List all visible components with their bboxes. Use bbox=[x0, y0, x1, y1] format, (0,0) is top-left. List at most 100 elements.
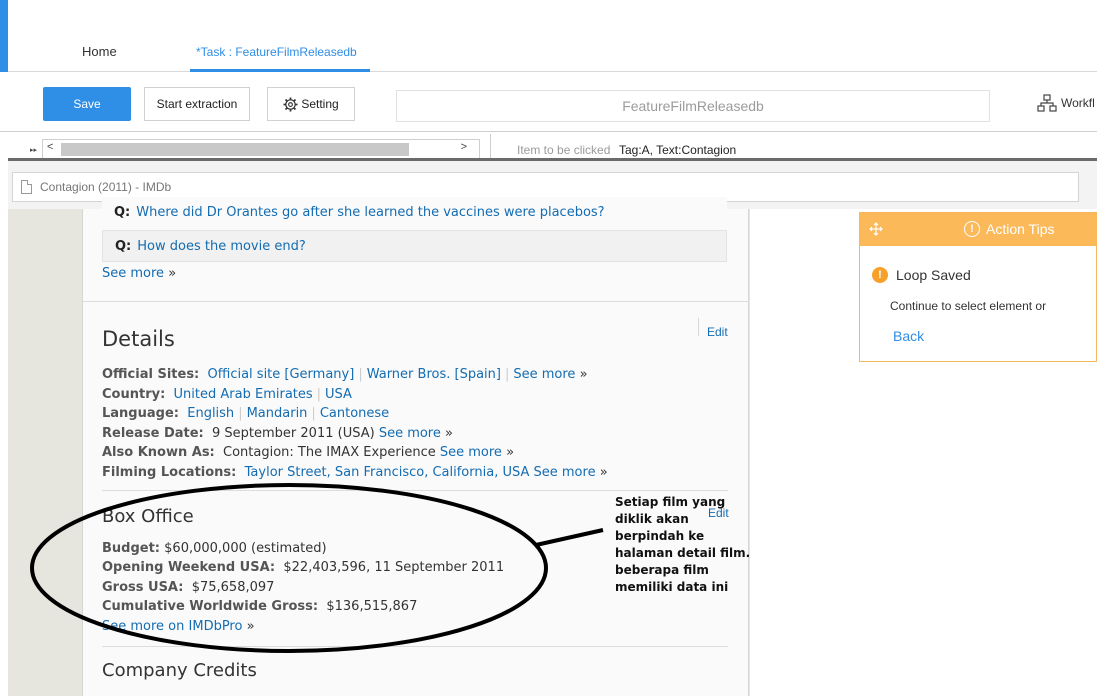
language-link[interactable]: Mandarin bbox=[247, 406, 308, 421]
setting-label: Setting bbox=[301, 97, 339, 111]
aka-row: Also Known As: Contagion: The IMAX Exper… bbox=[102, 445, 514, 460]
setting-button[interactable]: Setting bbox=[267, 87, 355, 121]
annotation-note: Setiap film yang diklik akan berpindah k… bbox=[615, 495, 751, 594]
back-link[interactable]: Back bbox=[893, 328, 924, 344]
details-edit-link[interactable]: Edit bbox=[707, 325, 728, 339]
start-extraction-button[interactable]: Start extraction bbox=[144, 87, 250, 121]
budget-row: Budget: $60,000,000 (estimated) bbox=[102, 541, 327, 556]
horizontal-scrollbar[interactable]: < > bbox=[42, 139, 480, 159]
raquo: » bbox=[506, 445, 515, 460]
move-icon[interactable] bbox=[868, 221, 884, 237]
faq-item: Q: How does the movie end? bbox=[102, 230, 727, 262]
raquo: » bbox=[445, 426, 453, 441]
raquo: » bbox=[579, 367, 588, 382]
left-accent-bar bbox=[0, 0, 8, 72]
scrollbar-thumb[interactable] bbox=[61, 143, 409, 156]
release-date-row: Release Date: 9 September 2011 (USA) See… bbox=[102, 426, 453, 441]
language-label: Language: bbox=[102, 406, 179, 421]
workflow-button[interactable]: Workfl bbox=[1037, 94, 1095, 112]
faq-q-prefix: Q: bbox=[114, 205, 131, 220]
official-site-link[interactable]: Warner Bros. [Spain] bbox=[367, 367, 501, 382]
faq-see-more: See more » bbox=[102, 266, 176, 281]
country-row: Country: United Arab Emirates | USA bbox=[102, 387, 352, 402]
filming-locations-label: Filming Locations: bbox=[102, 465, 237, 480]
details-heading: Details bbox=[102, 327, 175, 351]
release-date-value: 9 September 2011 (USA) bbox=[212, 426, 375, 441]
task-name-field[interactable]: FeatureFilmReleasedb bbox=[396, 90, 990, 122]
separator: | bbox=[238, 406, 243, 421]
see-more-link[interactable]: See more bbox=[102, 266, 164, 281]
section-divider bbox=[102, 646, 728, 647]
official-site-link[interactable]: Official site [Germany] bbox=[208, 367, 355, 382]
faq-item: Q: Where did Dr Orantes go after she lea… bbox=[102, 197, 727, 228]
raquo: » bbox=[246, 619, 255, 634]
warning-icon: ! bbox=[872, 267, 888, 283]
workflow-icon bbox=[1037, 94, 1057, 112]
see-more-link[interactable]: See more bbox=[534, 465, 596, 480]
raquo: » bbox=[599, 465, 608, 480]
language-row: Language: English | Mandarin | Cantonese bbox=[102, 406, 389, 421]
edit-divider bbox=[698, 318, 699, 336]
imdbpro-link[interactable]: See more on IMDbPro bbox=[102, 619, 242, 634]
filming-locations-row: Filming Locations: Taylor Street, San Fr… bbox=[102, 465, 608, 480]
action-tips-panel: ! Action Tips ! Loop Saved Continue to s… bbox=[859, 212, 1097, 362]
cumulative-gross-value: $136,515,867 bbox=[326, 599, 418, 614]
loop-saved-text: Loop Saved bbox=[896, 267, 971, 283]
toolbar: Save Start extraction Setting FeatureFil… bbox=[0, 72, 1097, 132]
company-credits-heading: Company Credits bbox=[102, 660, 257, 681]
cumulative-gross-label: Cumulative Worldwide Gross: bbox=[102, 599, 319, 614]
box-office-heading: Box Office bbox=[102, 506, 194, 527]
loop-saved-status: ! Loop Saved bbox=[872, 267, 971, 283]
opening-weekend-row: Opening Weekend USA: $22,403,596, 11 Sep… bbox=[102, 560, 504, 575]
country-label: Country: bbox=[102, 387, 166, 402]
separator: | bbox=[358, 367, 363, 382]
country-link[interactable]: USA bbox=[325, 387, 352, 402]
save-button[interactable]: Save bbox=[43, 87, 131, 121]
top-nav: Home *Task : FeatureFilmReleasedb bbox=[0, 0, 1097, 72]
gross-usa-row: Gross USA: $75,658,097 bbox=[102, 580, 274, 595]
browser-tab-title: Contagion (2011) - IMDb bbox=[40, 180, 172, 194]
exclamation-icon: ! bbox=[964, 221, 980, 237]
country-link[interactable]: United Arab Emirates bbox=[174, 387, 313, 402]
cumulative-gross-row: Cumulative Worldwide Gross: $136,515,867 bbox=[102, 599, 417, 614]
faq-q-prefix: Q: bbox=[115, 238, 132, 254]
opening-weekend-value: $22,403,596, 11 September 2011 bbox=[283, 560, 505, 575]
section-divider bbox=[102, 490, 728, 491]
gross-usa-value: $75,658,097 bbox=[191, 580, 275, 595]
gear-icon bbox=[283, 96, 298, 112]
item-clicked-label: Item to be clicked bbox=[517, 143, 611, 157]
separator: | bbox=[316, 387, 322, 402]
faq-question-link[interactable]: Where did Dr Orantes go after she learne… bbox=[136, 205, 604, 220]
official-sites-label: Official Sites: bbox=[102, 367, 200, 382]
tips-message: Continue to select element or bbox=[890, 299, 1047, 313]
budget-label: Budget: bbox=[102, 541, 161, 556]
official-sites-row: Official Sites: Official site [Germany] |… bbox=[102, 367, 588, 382]
faq-question-link[interactable]: How does the movie end? bbox=[137, 239, 306, 254]
see-more-link[interactable]: See more bbox=[440, 445, 502, 460]
filming-location-link[interactable]: Taylor Street, San Francisco, California… bbox=[245, 465, 530, 480]
item-clicked-value: Tag:A, Text:Contagion bbox=[619, 143, 737, 157]
scroll-right-icon[interactable]: > bbox=[461, 141, 467, 153]
separator: | bbox=[311, 406, 316, 421]
tab-home[interactable]: Home bbox=[82, 44, 117, 59]
aka-label: Also Known As: bbox=[102, 445, 215, 460]
gross-usa-label: Gross USA: bbox=[102, 580, 184, 595]
collapse-toggle[interactable]: ▸▸ bbox=[30, 146, 37, 154]
divider bbox=[490, 134, 491, 158]
section-divider bbox=[83, 301, 749, 302]
aka-value: Contagion: The IMAX Experience bbox=[223, 445, 436, 460]
raquo: » bbox=[168, 266, 177, 281]
scroll-left-icon[interactable]: < bbox=[47, 141, 53, 153]
language-link[interactable]: Cantonese bbox=[320, 406, 389, 421]
tab-task[interactable]: *Task : FeatureFilmReleasedb bbox=[196, 45, 357, 59]
workflow-label: Workfl bbox=[1061, 96, 1095, 110]
document-icon bbox=[21, 180, 32, 194]
see-more-link[interactable]: See more bbox=[513, 367, 575, 382]
imdbpro-row: See more on IMDbPro » bbox=[102, 619, 255, 634]
see-more-link[interactable]: See more bbox=[379, 426, 441, 441]
release-date-label: Release Date: bbox=[102, 426, 204, 441]
language-link[interactable]: English bbox=[187, 406, 234, 421]
action-tips-title-text: Action Tips bbox=[986, 221, 1055, 237]
opening-weekend-label: Opening Weekend USA: bbox=[102, 560, 276, 575]
action-tips-header: ! Action Tips bbox=[860, 213, 1097, 246]
